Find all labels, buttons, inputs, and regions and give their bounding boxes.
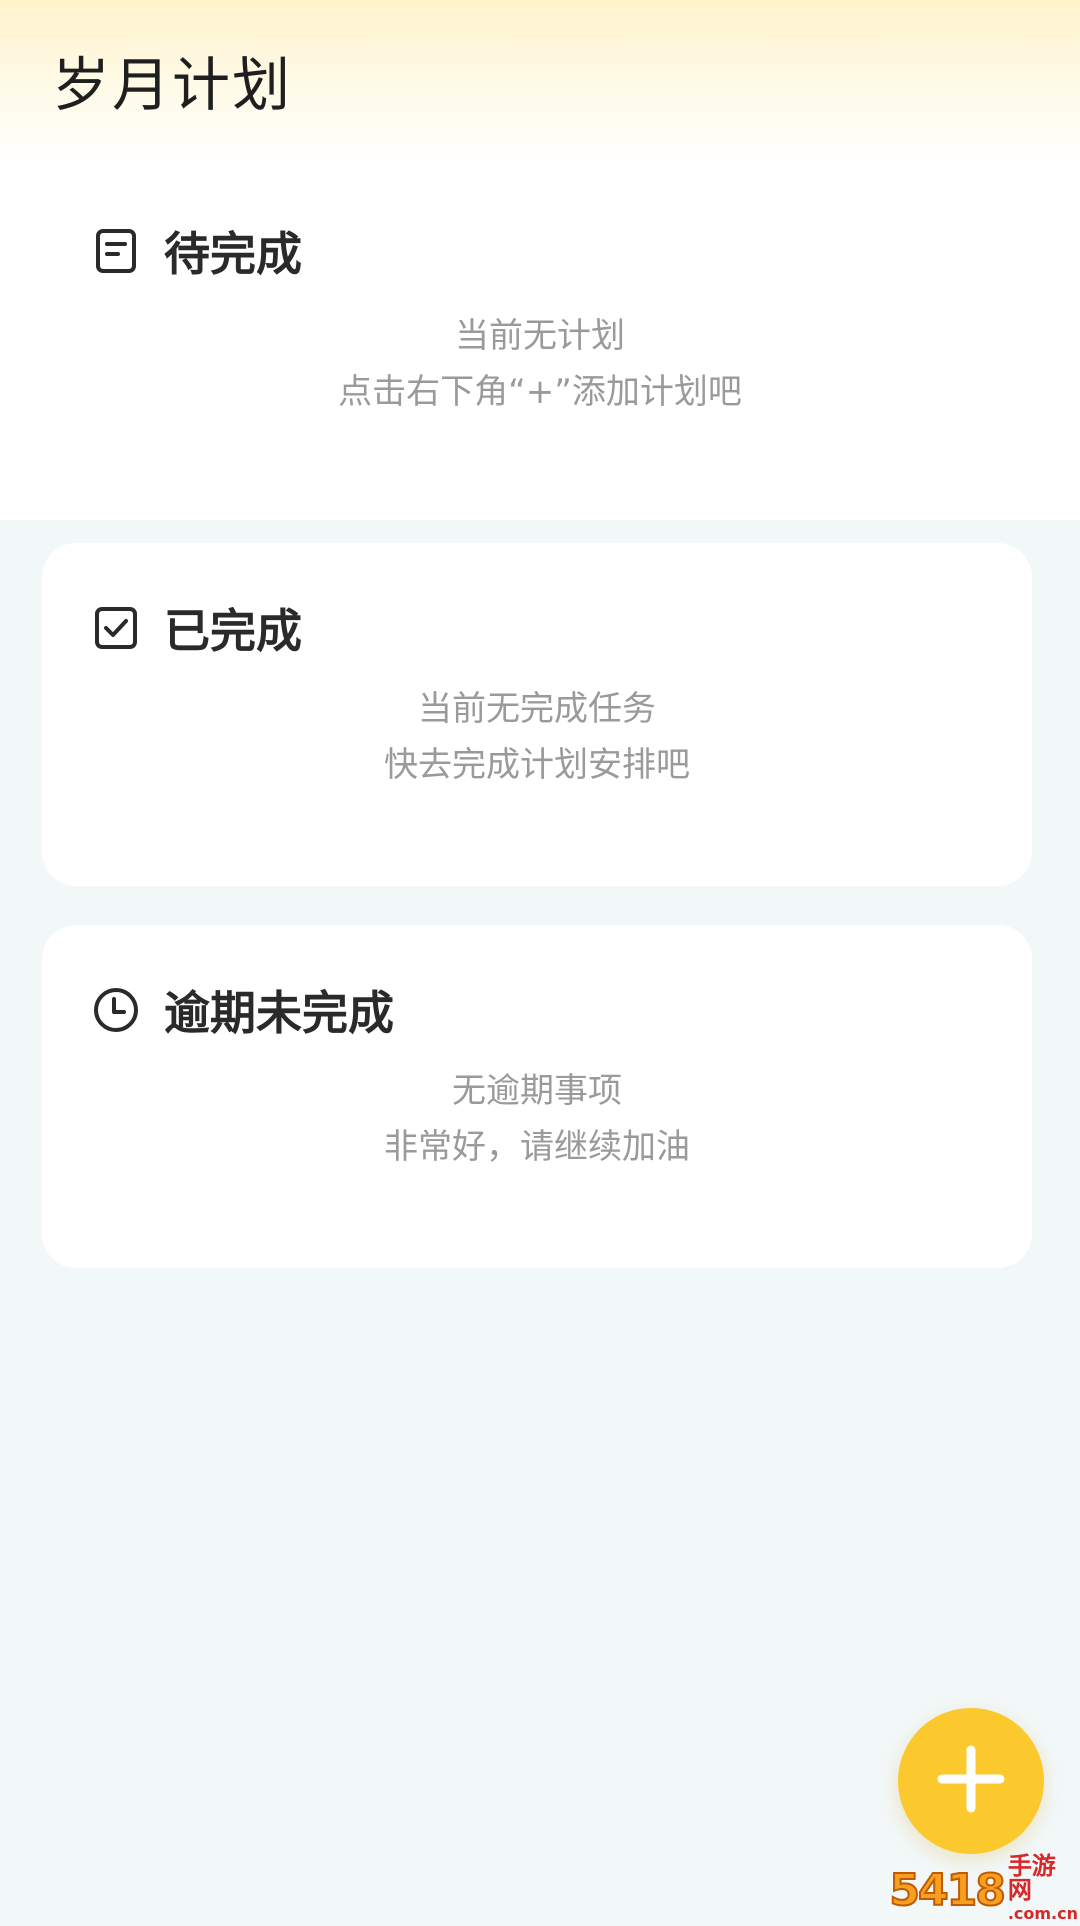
- pending-section: 待完成 当前无计划 点击右下角“+”添加计划吧: [0, 168, 1080, 520]
- watermark-domain: .com.cn: [1007, 1904, 1078, 1923]
- overdue-header: 逾期未完成: [92, 977, 394, 1043]
- overdue-section: 逾期未完成 无逾期事项 非常好，请继续加油: [42, 925, 1032, 1268]
- overdue-message-line1: 无逾期事项: [452, 1071, 622, 1111]
- pending-header: 待完成: [92, 218, 302, 284]
- overdue-title: 逾期未完成: [164, 986, 394, 1040]
- clock-icon: [92, 986, 140, 1034]
- watermark-logo: 5418 手游网 .com.cn: [888, 1854, 1078, 1923]
- watermark-number: 5418: [888, 1864, 1006, 1917]
- done-message-line2: 快去完成计划安排吧: [384, 745, 690, 785]
- watermark-text-group: 手游网 .com.cn: [1008, 1854, 1078, 1926]
- overdue-message-line2: 非常好，请继续加油: [384, 1127, 690, 1167]
- done-section: 已完成 当前无完成任务 快去完成计划安排吧: [42, 543, 1032, 886]
- checkbox-icon: [92, 604, 140, 652]
- pending-title: 待完成: [164, 227, 302, 281]
- document-icon: [92, 227, 140, 275]
- plus-icon: [936, 1744, 1006, 1818]
- done-empty-message: 当前无完成任务 快去完成计划安排吧: [42, 681, 1032, 793]
- watermark-site-name: 手游网: [1007, 1852, 1056, 1904]
- add-plan-button[interactable]: [898, 1708, 1044, 1854]
- done-title: 已完成: [164, 604, 302, 658]
- page-title: 岁月计划: [52, 51, 293, 119]
- pending-message-line1: 当前无计划: [455, 316, 625, 356]
- pending-message-line2: 点击右下角“+”添加计划吧: [338, 372, 742, 412]
- overdue-empty-message: 无逾期事项 非常好，请继续加油: [42, 1063, 1032, 1175]
- done-message-line1: 当前无完成任务: [418, 689, 656, 729]
- pending-empty-message: 当前无计划 点击右下角“+”添加计划吧: [0, 308, 1080, 420]
- done-header: 已完成: [92, 595, 302, 661]
